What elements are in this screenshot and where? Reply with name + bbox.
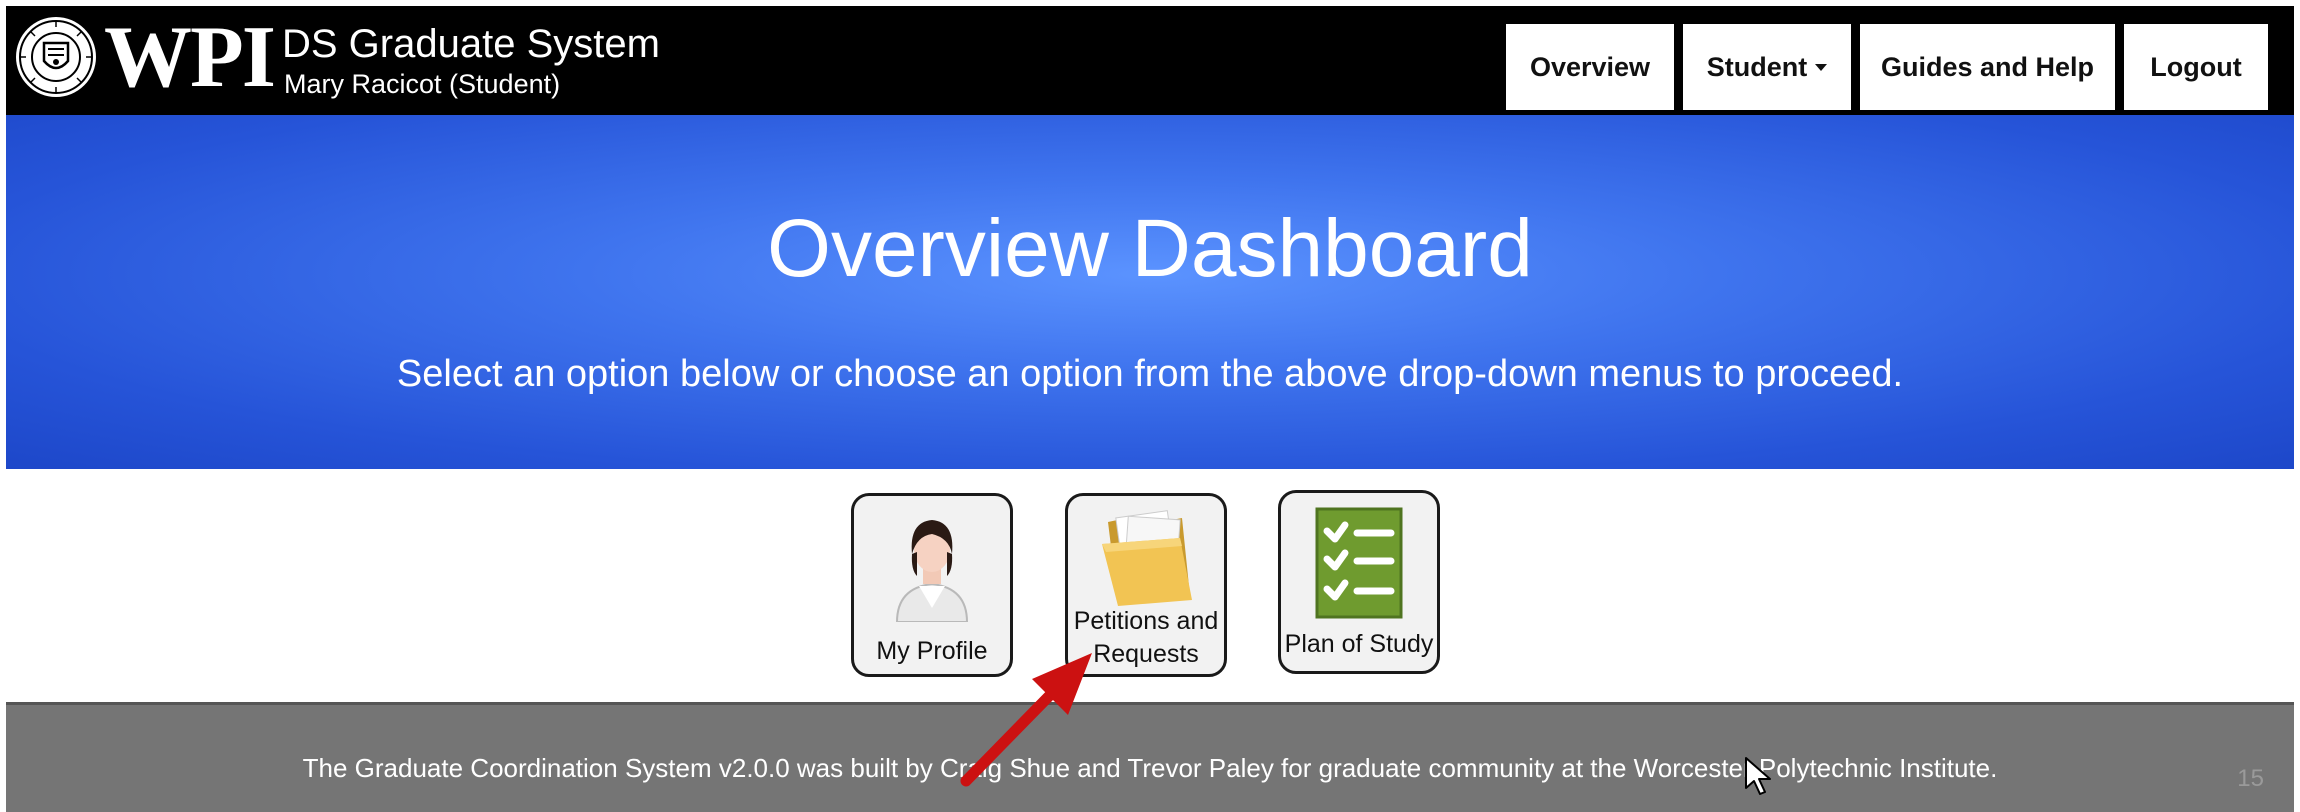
footer-credits: The Graduate Coordination System v2.0.0 … — [302, 753, 1998, 783]
top-navbar: WPI DS Graduate System Mary Racicot (Stu… — [6, 6, 2294, 115]
hero-banner: Overview Dashboard Select an option belo… — [6, 115, 2294, 469]
nav-logout-label: Logout — [2150, 51, 2242, 82]
nav-logout-button[interactable]: Logout — [2124, 24, 2268, 110]
my-profile-tile[interactable]: My Profile — [851, 493, 1013, 677]
plan-of-study-label: Plan of Study — [1284, 630, 1434, 658]
caret-down-icon — [1815, 63, 1828, 71]
page-footer: The Graduate Coordination System v2.0.0 … — [6, 702, 2294, 812]
mouse-cursor-icon — [1745, 757, 1771, 795]
wpi-seal-icon — [16, 17, 96, 97]
plan-of-study-tile[interactable]: Plan of Study — [1278, 490, 1440, 674]
nav-guides-label: Guides and Help — [1880, 51, 2095, 82]
petitions-requests-tile[interactable]: Petitions and Requests — [1065, 493, 1227, 677]
folder-icon — [1102, 510, 1192, 606]
nav-overview-label: Overview — [1529, 51, 1651, 82]
page-title: Overview Dashboard — [767, 203, 1533, 294]
checklist-icon — [1315, 507, 1403, 619]
system-title[interactable]: DS Graduate System — [282, 22, 660, 66]
user-avatar-icon — [895, 520, 969, 622]
current-user-label: Mary Racicot (Student) — [284, 69, 561, 99]
nav-guides-button[interactable]: Guides and Help — [1860, 24, 2115, 110]
annotation-arrow-icon — [960, 653, 1092, 787]
wpi-logo-text: WPI — [104, 9, 276, 106]
nav-overview-button[interactable]: Overview — [1506, 24, 1674, 110]
page-subtitle: Select an option below or choose an opti… — [396, 353, 1904, 395]
slide-number: 15 — [2237, 765, 2264, 792]
petitions-label-line1: Petitions and — [1073, 607, 1219, 635]
nav-student-label: Student — [1706, 51, 1808, 82]
nav-student-dropdown[interactable]: Student — [1683, 24, 1851, 110]
app-frame: WPI DS Graduate System Mary Racicot (Stu… — [6, 6, 2294, 812]
